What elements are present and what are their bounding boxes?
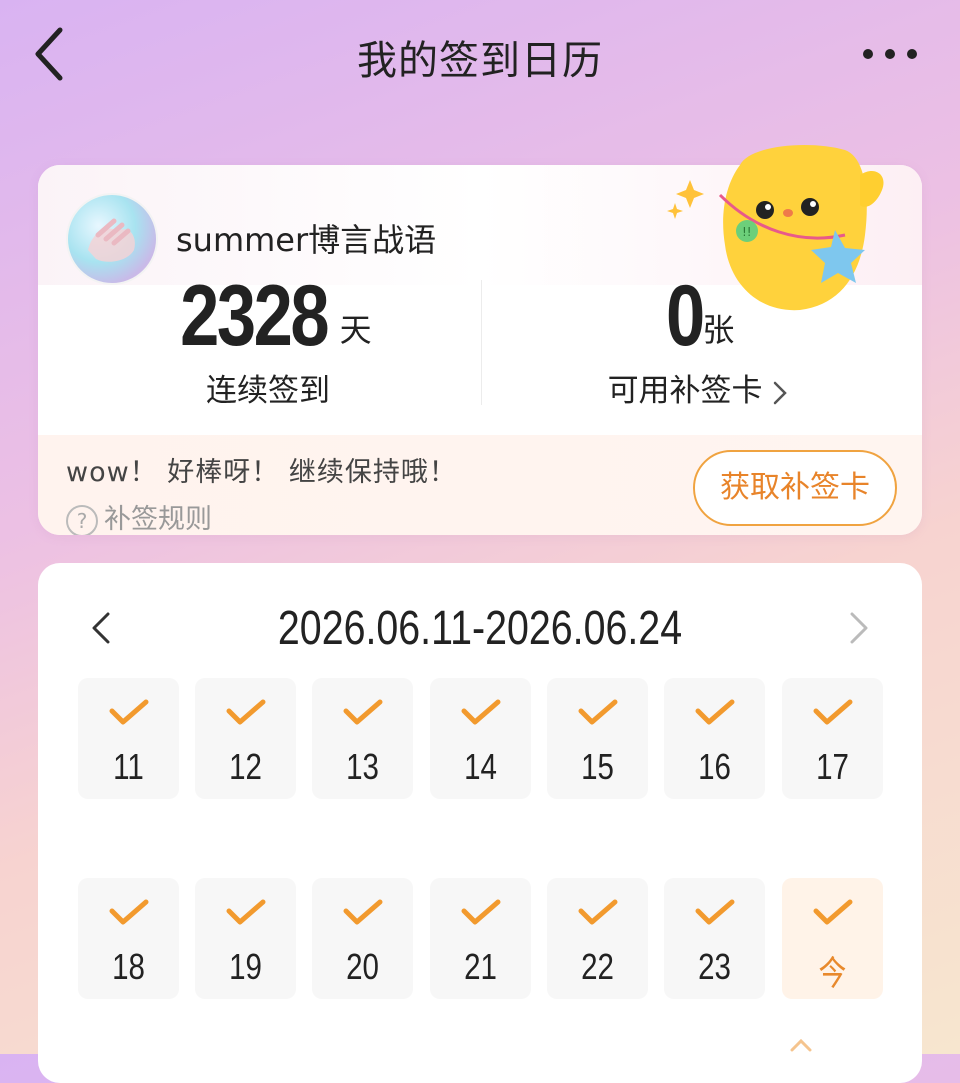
day-cell[interactable]: 12 xyxy=(195,678,296,799)
check-icon xyxy=(813,899,853,925)
calendar-card: 2026.06.11-2026.06.24 11 12 13 14 15 16 17 18 19… xyxy=(38,563,922,1083)
day-cell-today[interactable]: 今 xyxy=(782,878,883,999)
day-number: 16 xyxy=(698,746,731,787)
page-title: 我的签到日历 xyxy=(357,38,603,84)
day-number: 23 xyxy=(698,946,731,987)
day-number: 21 xyxy=(464,946,497,987)
day-cell[interactable]: 11 xyxy=(78,678,179,799)
username: summer博言战语 xyxy=(176,221,437,259)
day-cell[interactable]: 17 xyxy=(782,678,883,799)
check-icon xyxy=(226,699,266,725)
more-button[interactable] xyxy=(860,42,920,66)
day-number: 15 xyxy=(581,746,614,787)
streak-unit: 天 xyxy=(339,311,372,349)
check-icon xyxy=(695,699,735,725)
check-icon xyxy=(578,699,618,725)
previous-range-button[interactable] xyxy=(82,608,122,648)
streak-label: 连续签到 xyxy=(206,373,330,409)
top-bar: 我的签到日历 xyxy=(0,0,960,115)
day-cell[interactable]: 13 xyxy=(312,678,413,799)
rules-label: 补签规则 xyxy=(104,504,212,535)
check-icon xyxy=(461,899,501,925)
day-cell[interactable]: 19 xyxy=(195,878,296,999)
encouragement-text: wow！ 好棒呀！ 继续保持哦！ xyxy=(66,457,457,488)
check-icon xyxy=(695,899,735,925)
day-number: 今 xyxy=(818,955,847,993)
avatar[interactable] xyxy=(66,193,158,285)
day-cell[interactable]: 16 xyxy=(664,678,765,799)
day-number: 17 xyxy=(816,746,849,787)
check-icon xyxy=(343,899,383,925)
date-range: 2026.06.11-2026.06.24 xyxy=(277,602,683,655)
check-icon xyxy=(226,899,266,925)
day-number: 12 xyxy=(229,746,262,787)
day-number: 22 xyxy=(581,946,614,987)
check-icon xyxy=(109,699,149,725)
streak-value: 2328 xyxy=(180,268,330,364)
question-icon: ? xyxy=(66,504,98,535)
stat-divider xyxy=(481,280,482,405)
svg-text:!!: !! xyxy=(742,225,752,239)
avatar-hands-image xyxy=(88,218,135,262)
day-number: 14 xyxy=(464,746,497,787)
check-icon xyxy=(109,899,149,925)
day-cell[interactable]: 15 xyxy=(547,678,648,799)
day-cell[interactable]: 14 xyxy=(430,678,531,799)
day-number: 19 xyxy=(229,946,262,987)
get-makeup-card-button[interactable]: 获取补签卡 xyxy=(693,450,897,526)
day-number: 11 xyxy=(113,746,144,787)
day-number: 18 xyxy=(112,946,145,987)
chevron-right-icon xyxy=(850,612,868,644)
next-range-button[interactable] xyxy=(838,608,878,648)
day-cell[interactable]: 20 xyxy=(312,878,413,999)
streak-stat: 2328 天 连续签到 xyxy=(148,273,388,410)
day-cell[interactable]: 22 xyxy=(547,878,648,999)
day-number: 13 xyxy=(346,746,379,787)
check-icon xyxy=(461,699,501,725)
day-cell[interactable]: 18 xyxy=(78,878,179,999)
more-horizontal-icon xyxy=(863,49,917,59)
check-icon xyxy=(343,699,383,725)
chevron-up-icon xyxy=(790,1038,812,1052)
chevron-right-icon xyxy=(774,381,788,404)
sparkle-icon xyxy=(676,180,704,208)
rules-link[interactable]: ? 补签规则 xyxy=(66,497,212,535)
check-icon xyxy=(578,899,618,925)
day-cell[interactable]: 23 xyxy=(664,878,765,999)
chevron-left-icon xyxy=(92,612,110,644)
cards-label: 可用补签卡 xyxy=(607,373,763,409)
day-number: 20 xyxy=(346,946,379,987)
mascot-illustration: !! xyxy=(667,145,884,311)
day-cell[interactable]: 21 xyxy=(430,878,531,999)
check-icon xyxy=(813,699,853,725)
